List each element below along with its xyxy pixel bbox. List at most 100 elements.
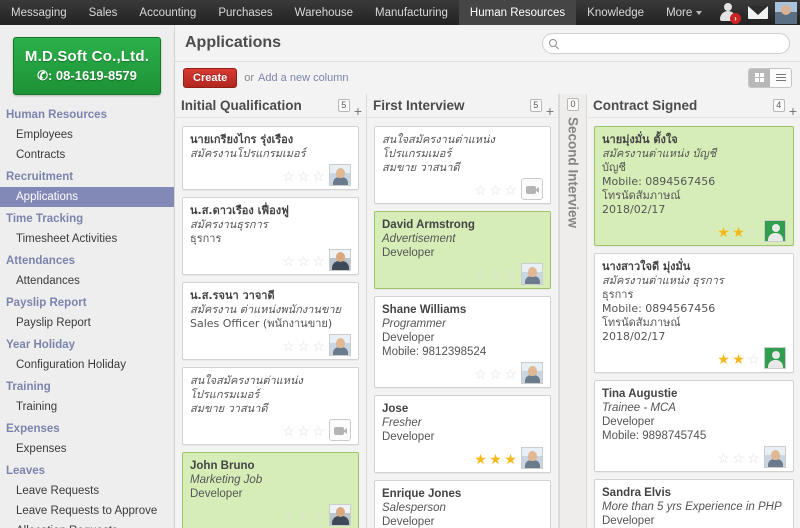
nav-item-more[interactable]: More: [655, 0, 713, 25]
create-button[interactable]: Create: [183, 67, 238, 88]
priority-star-icon[interactable]: ☆: [282, 254, 295, 268]
sidebar-nav: Human Resources Employees Contracts Recruit…: [0, 103, 174, 528]
kanban-column-header: First Interview 5 +: [367, 94, 558, 118]
kanban-card[interactable]: นายเกรียงไกร รุ่งเรือง สมัครงานโปรแกรมเมอ…: [182, 126, 359, 190]
user-avatar[interactable]: [775, 1, 797, 24]
priority-star-icon[interactable]: ★: [474, 452, 487, 466]
card-footer: ☆ ☆ ☆: [382, 362, 543, 384]
sidebar-item-expenses[interactable]: Expenses: [0, 439, 174, 459]
list-view-icon[interactable]: [770, 68, 791, 87]
card-footer: ☆ ☆ ☆: [190, 334, 351, 356]
card-footer: ☆ ☆ ☆: [602, 446, 786, 468]
add-card-plus-icon[interactable]: +: [789, 104, 797, 118]
kanban-card[interactable]: John Bruno Marketing Job Developer ☆ ☆ ☆: [182, 452, 359, 528]
priority-star-icon[interactable]: ☆: [489, 183, 502, 197]
kanban-card[interactable]: นายมุ่งมั่น ตั้งใจ สมัครงานต่าแหน่ง บัญชี…: [594, 126, 794, 246]
sidebar-item-leave-requests[interactable]: Leave Requests: [0, 481, 174, 501]
priority-star-icon[interactable]: ☆: [504, 367, 517, 381]
kanban-card[interactable]: Sandra Elvis More than 5 yrs Experience i…: [594, 479, 794, 528]
priority-star-icon[interactable]: ☆: [474, 268, 487, 282]
card-subtitle: Trainee - MCA: [602, 402, 676, 414]
sidebar-item-timesheet-activities[interactable]: Timesheet Activities: [0, 229, 174, 249]
sidebar-item-attendances[interactable]: Attendances: [0, 271, 174, 291]
card-subtitle: Marketing Job: [190, 474, 263, 486]
priority-star-icon[interactable]: ☆: [474, 183, 487, 197]
priority-star-icon[interactable]: ☆: [297, 339, 310, 353]
nav-item-accounting[interactable]: Accounting: [128, 0, 207, 25]
kanban-card[interactable]: น.ส.รจนา วาจาดี สมัครงาน ต่าแหน่งพนักงานข…: [182, 282, 359, 360]
sidebar-item-contracts[interactable]: Contracts: [0, 145, 174, 165]
priority-star-icon[interactable]: ☆: [312, 339, 325, 353]
priority-star-icon[interactable]: ☆: [489, 268, 502, 282]
kanban-card[interactable]: น.ส.ดาวเรือง เฟื่องฟู สมัครงานธุรการ ธุรกา…: [182, 197, 359, 275]
user-add-icon[interactable]: ›: [719, 2, 741, 24]
priority-star-icon[interactable]: ★: [504, 452, 517, 466]
priority-star-icon[interactable]: ☆: [747, 225, 760, 239]
kanban-card[interactable]: Shane Williams Programmer Developer Mobile:…: [374, 296, 551, 388]
card-title: น.ส.ดาวเรือง เฟื่องฟู: [190, 204, 289, 217]
priority-star-icon[interactable]: ★: [732, 225, 745, 239]
priority-star-icon[interactable]: ☆: [474, 367, 487, 381]
card-detail-line: Developer: [382, 516, 435, 528]
priority-star-icon[interactable]: ☆: [747, 451, 760, 465]
kanban-grid-icon[interactable]: [749, 68, 770, 87]
priority-star-icon[interactable]: ☆: [504, 268, 517, 282]
kanban-card[interactable]: สนใจสมัครงานต่าแหน่งโปรแกรมเมอร์ สมขาย วา…: [374, 126, 551, 204]
add-card-plus-icon[interactable]: +: [546, 104, 554, 118]
priority-star-icon[interactable]: ☆: [312, 169, 325, 183]
priority-star-icon[interactable]: ☆: [282, 169, 295, 183]
priority-star-icon[interactable]: ☆: [504, 183, 517, 197]
nav-item-purchases[interactable]: Purchases: [207, 0, 283, 25]
priority-star-icon[interactable]: ☆: [489, 367, 502, 381]
card-footer: ☆ ☆ ☆: [190, 164, 351, 186]
kanban-card[interactable]: David Armstrong Advertisement Developer ☆ ☆ ☆: [374, 211, 551, 289]
sidebar-item-payslip-report[interactable]: Payslip Report: [0, 313, 174, 333]
card-title: นางสาวใจดี มุ่งมั่น: [602, 260, 691, 273]
sidebar-item-training[interactable]: Training: [0, 397, 174, 417]
nav-item-sales[interactable]: Sales: [78, 0, 129, 25]
kanban-card[interactable]: Jose Fresher Developer ★ ★ ★: [374, 395, 551, 473]
sidebar-item-employees[interactable]: Employees: [0, 125, 174, 145]
sidebar-item-leave-requests-to-approve[interactable]: Leave Requests to Approve: [0, 501, 174, 521]
priority-star-icon[interactable]: ☆: [297, 424, 310, 438]
kanban-card[interactable]: Enrique JonesSalespersonDeveloperMobile:…: [374, 480, 551, 528]
sidebar-item-configuration-holiday[interactable]: Configuration Holiday: [0, 355, 174, 375]
sidebar-group-leaves: Leaves: [6, 465, 46, 477]
nav-item-warehouse[interactable]: Warehouse: [284, 0, 364, 25]
priority-star-icon[interactable]: ☆: [312, 424, 325, 438]
add-new-column-link[interactable]: Add a new column: [258, 72, 349, 84]
priority-star-icon[interactable]: ☆: [282, 339, 295, 353]
kanban-card[interactable]: Tina Augustie Trainee - MCA Developer Mobil…: [594, 380, 794, 472]
priority-star-icon[interactable]: ★: [489, 452, 502, 466]
card-avatar: [329, 334, 351, 356]
priority-star-icon[interactable]: ☆: [312, 254, 325, 268]
kanban-column-collapsed-second-interview[interactable]: 0 Second Interview: [559, 94, 587, 528]
nav-item-human-resources[interactable]: Human Resources: [458, 0, 577, 25]
card-avatar: [521, 447, 543, 469]
search-box[interactable]: [542, 32, 790, 54]
priority-star-icon[interactable]: ☆: [282, 509, 295, 523]
priority-star-icon[interactable]: ☆: [732, 451, 745, 465]
mail-icon[interactable]: [748, 6, 768, 19]
priority-star-icon[interactable]: ☆: [297, 509, 310, 523]
priority-star-icon[interactable]: ☆: [297, 254, 310, 268]
priority-star-icon[interactable]: ☆: [717, 451, 730, 465]
priority-star-icon[interactable]: ☆: [312, 509, 325, 523]
priority-star-icon[interactable]: ☆: [747, 352, 760, 366]
card-detail-line: Developer: [382, 431, 435, 443]
priority-star-icon[interactable]: ★: [717, 225, 730, 239]
nav-item-manufacturing[interactable]: Manufacturing: [364, 0, 459, 25]
card-detail-line: Developer: [190, 488, 243, 500]
priority-star-icon[interactable]: ☆: [282, 424, 295, 438]
priority-star-icon[interactable]: ★: [717, 352, 730, 366]
nav-item-knowledge[interactable]: Knowledge: [576, 0, 655, 25]
sidebar-item-applications[interactable]: Applications: [0, 187, 174, 207]
priority-star-icon[interactable]: ☆: [297, 169, 310, 183]
kanban-card[interactable]: นางสาวใจดี มุ่งมั่น สมัครงานต่าแหน่ง ธุรก…: [594, 253, 794, 373]
add-card-plus-icon[interactable]: +: [354, 104, 362, 118]
kanban-card[interactable]: สนใจสมัครงานต่าแหน่งโปรแกรมเมอร์ สมขาย วา…: [182, 367, 359, 445]
search-input[interactable]: [561, 36, 783, 50]
sidebar-item-allocation-requests[interactable]: Allocation Requests: [0, 521, 174, 528]
nav-item-messaging[interactable]: Messaging: [0, 0, 78, 25]
priority-star-icon[interactable]: ★: [732, 352, 745, 366]
